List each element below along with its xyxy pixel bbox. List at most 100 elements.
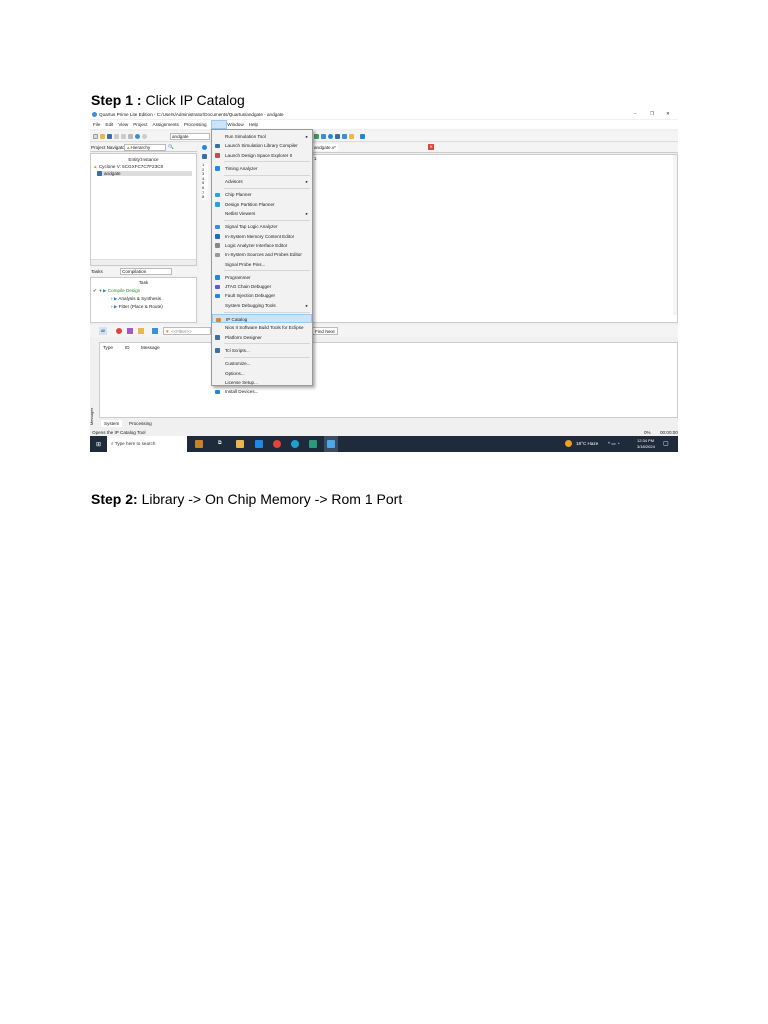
menu-item-icon — [215, 335, 220, 340]
notifications-icon[interactable]: ▢ — [663, 440, 669, 447]
horizontal-scrollbar[interactable] — [91, 259, 196, 265]
menu-item-jtag-chain-debugger[interactable]: JTAG Chain Debugger — [212, 282, 312, 291]
help-icon[interactable] — [360, 134, 365, 140]
menu-item-programmer[interactable]: Programmer — [212, 273, 312, 282]
menu-item-timing-analyzer[interactable]: Timing Analyzer — [212, 164, 312, 173]
close-icon[interactable]: ✕ — [666, 111, 670, 117]
menu-item-in-system-sources-and-probes-editor[interactable]: In-System Sources and Probes Editor — [212, 250, 312, 259]
project-combo[interactable]: andgate — [170, 133, 210, 140]
menu-item-label: Options... — [225, 370, 245, 376]
code-editor[interactable]: 1 — [312, 154, 678, 323]
tasks-label: Tasks — [91, 269, 103, 274]
menu-item-platform-designer[interactable]: Platform Designer — [212, 333, 312, 342]
menu-item-license-setup[interactable]: License Setup... — [212, 378, 312, 387]
menu-item-nios-ii-software-build-tools-for-eclipse[interactable]: Nios II Software Build Tools for Eclipse — [212, 323, 312, 332]
chrome-icon[interactable] — [273, 440, 281, 448]
rtl-icon[interactable] — [335, 134, 340, 140]
tab-system[interactable]: System — [101, 420, 123, 427]
task-fitter[interactable]: › ▶ Fitter (Place & Route) — [91, 304, 196, 310]
menu-view[interactable]: View — [118, 122, 128, 127]
code-line: 1 — [314, 156, 317, 161]
menu-item-logic-analyzer-interface-editor[interactable]: Logic Analyzer Interface Editor — [212, 241, 312, 250]
menu-item-label: Launch Design Space Explorer II — [225, 152, 293, 158]
editor-tool-icon[interactable] — [202, 154, 207, 159]
quartus-taskbar-button[interactable] — [324, 436, 338, 452]
menu-window[interactable]: Window — [227, 122, 243, 127]
menu-item-chip-planner[interactable]: Chip Planner — [212, 190, 312, 199]
menu-help[interactable]: Help — [249, 122, 258, 127]
edge-icon[interactable] — [291, 440, 299, 448]
ip-icon[interactable] — [349, 134, 354, 140]
entity-node[interactable]: andgate — [97, 171, 192, 177]
netlist-icon[interactable] — [328, 134, 333, 140]
taskbar-search[interactable]: ⌕ Type here to search — [107, 436, 187, 452]
menu-item-options[interactable]: Options... — [212, 369, 312, 378]
menu-item-customize[interactable]: Customize... — [212, 359, 312, 368]
editor-tab[interactable]: andgate.v* — [312, 144, 338, 151]
open-icon[interactable] — [100, 134, 105, 140]
info-filter-icon[interactable] — [152, 328, 158, 334]
error-filter-icon[interactable] — [116, 328, 122, 334]
menu-item-run-simulation-tool[interactable]: Run Simulation Tool ▸ — [212, 132, 312, 141]
paste-icon[interactable] — [128, 134, 133, 140]
menu-item-ip-catalog[interactable]: IP Catalog — [212, 314, 312, 324]
weather-text[interactable]: 18°C Haze — [576, 441, 598, 446]
vertical-scrollbar[interactable] — [673, 155, 677, 315]
navigator-header: Project Navigator ▲Hierarchy 🔍 — [90, 143, 197, 152]
file-explorer-icon[interactable] — [236, 440, 244, 448]
maximize-icon[interactable]: ❐ — [650, 111, 654, 117]
navigator-tools-icon[interactable]: 🔍 — [168, 144, 174, 150]
menu-item-tcl-scripts[interactable]: Tcl Scripts... — [212, 346, 312, 355]
windows-start-icon[interactable]: ⊞ — [96, 441, 101, 448]
menu-item-launch-design-space-explorer-ii[interactable]: Launch Design Space Explorer II — [212, 151, 312, 160]
new-file-icon[interactable] — [93, 134, 98, 140]
menu-item-fault-injection-debugger[interactable]: Fault Injection Debugger — [212, 291, 312, 300]
save-icon[interactable] — [107, 134, 112, 140]
menu-item-label: Signal Tap Logic Analyzer — [225, 224, 278, 230]
programmer-icon[interactable] — [342, 134, 347, 140]
clock-date[interactable]: 3/18/2024 — [637, 444, 655, 449]
compilation-combo[interactable]: Compilation — [120, 268, 172, 275]
editor-tool-icon[interactable] — [202, 145, 207, 150]
tab-processing[interactable]: Processing — [126, 420, 155, 427]
menu-item-install-devices[interactable]: Install Devices... — [212, 387, 312, 396]
compile-icon[interactable] — [314, 134, 319, 140]
warning-filter-icon[interactable] — [138, 328, 144, 334]
menu-item-launch-simulation-library-compiler[interactable]: Launch Simulation Library Compiler — [212, 141, 312, 150]
device-node[interactable]: ▲ Cyclone V: 5CGXFC7C7F23C8 — [93, 164, 196, 169]
undo-icon[interactable] — [135, 134, 140, 140]
menu-project[interactable]: Project — [133, 122, 147, 127]
menu-processing[interactable]: Processing — [184, 122, 207, 127]
tray-icons[interactable]: ^ ▭ ◔ — [608, 441, 620, 447]
menu-item-in-system-memory-content-editor[interactable]: In-System Memory Content Editor — [212, 232, 312, 241]
redo-icon[interactable] — [142, 134, 147, 140]
briefcase-icon[interactable] — [195, 440, 203, 448]
menu-file[interactable]: File — [93, 122, 100, 127]
menu-item-system-debugging-tools[interactable]: System Debugging Tools ▸ — [212, 301, 312, 310]
menu-assignments[interactable]: Assignments — [153, 122, 179, 127]
menu-item-signal-probe-pins[interactable]: Signal Probe Pins... — [212, 260, 312, 269]
task-compile-design[interactable]: ✔ ▾ ▶ Compile Design — [91, 288, 196, 294]
mail-icon[interactable] — [255, 440, 263, 448]
task-analysis-synthesis[interactable]: › ▶ Analysis & Synthesis — [91, 296, 196, 302]
menu-item-signal-tap-logic-analyzer[interactable]: Signal Tap Logic Analyzer — [212, 222, 312, 231]
task-view-icon[interactable]: ⧉ — [218, 440, 222, 446]
find-next-button[interactable]: Find Next — [312, 327, 338, 335]
menu-item-advisors[interactable]: Advisors ▸ — [212, 177, 312, 186]
step-2-heading: Step 2: Library -> On Chip Memory -> Rom… — [91, 491, 403, 507]
analysis-icon[interactable] — [321, 134, 326, 140]
installer-icon[interactable] — [309, 440, 317, 448]
all-messages-button[interactable]: All — [99, 327, 107, 335]
clock-time[interactable]: 12:34 PM — [637, 438, 654, 443]
menu-item-netlist-viewers[interactable]: Netlist Viewers ▸ — [212, 209, 312, 218]
menu-separator — [224, 219, 310, 221]
close-tab-icon[interactable]: ✕ — [428, 144, 434, 150]
minimize-icon[interactable]: – — [634, 111, 637, 116]
hierarchy-combo[interactable]: ▲Hierarchy — [124, 144, 166, 151]
menu-edit[interactable]: Edit — [105, 122, 113, 127]
critical-warning-filter-icon[interactable] — [127, 328, 133, 334]
copy-icon[interactable] — [121, 134, 126, 140]
menu-item-design-partition-planner[interactable]: Design Partition Planner — [212, 200, 312, 209]
message-filter-input[interactable]: ▼ <<Filter>> — [163, 327, 211, 335]
cut-icon[interactable] — [114, 134, 119, 140]
